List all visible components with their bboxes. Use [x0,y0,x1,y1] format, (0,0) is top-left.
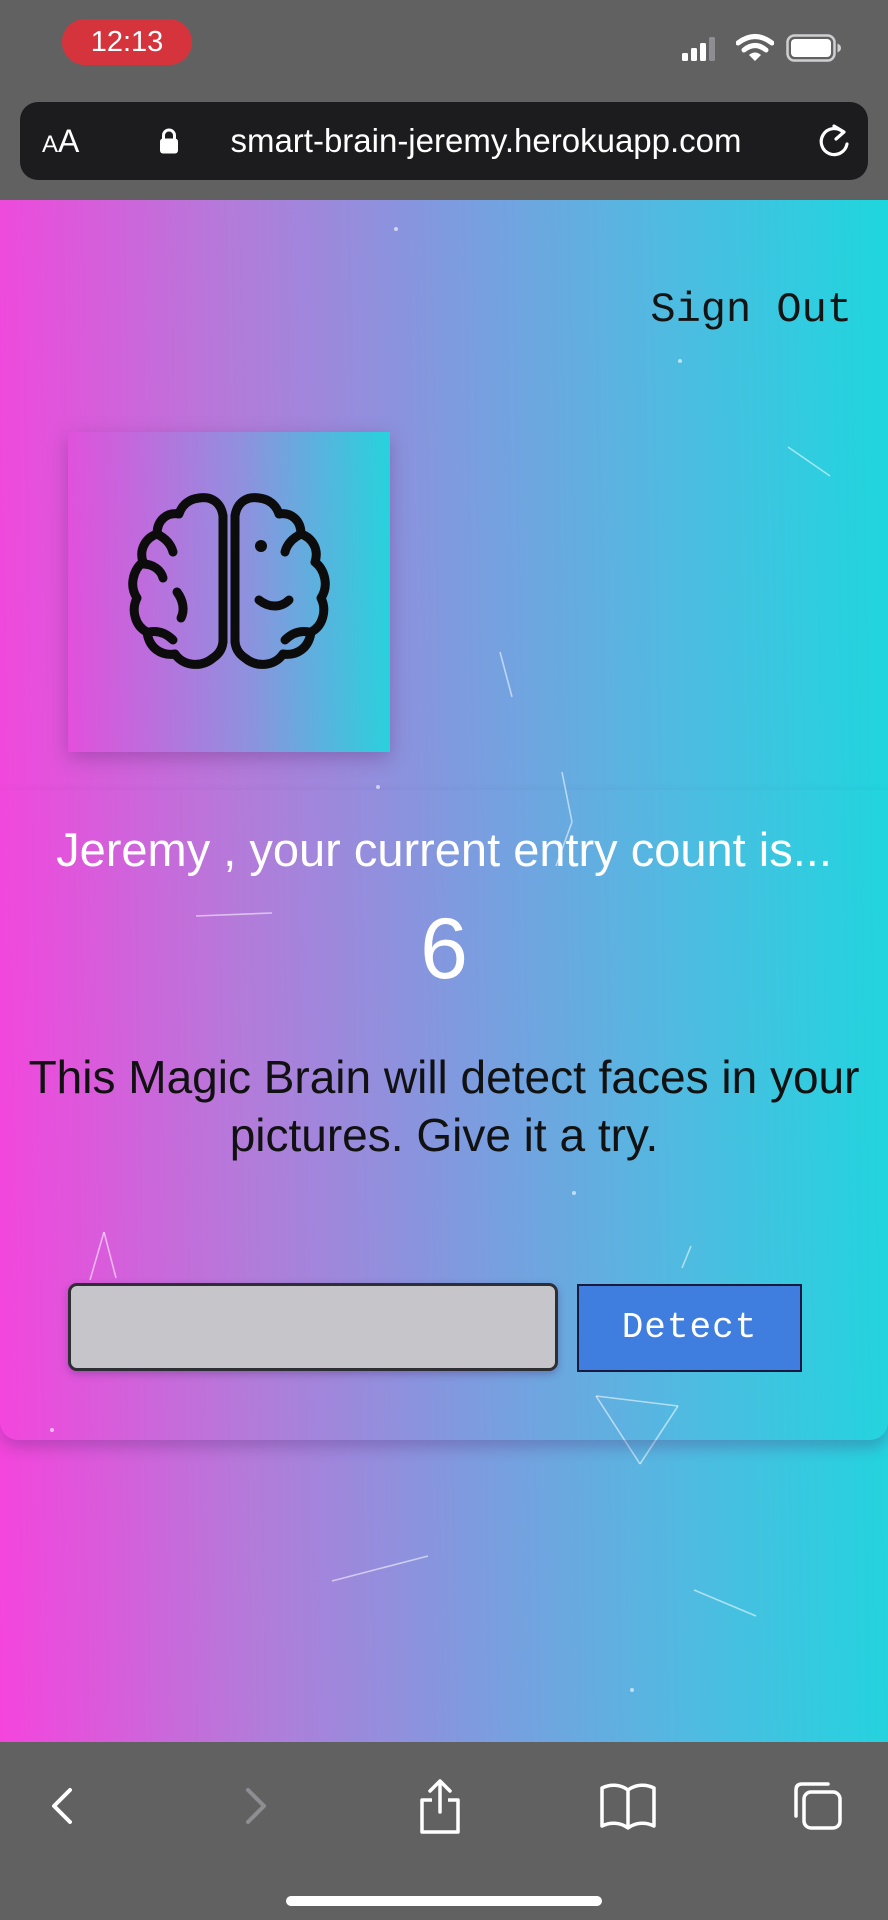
home-indicator [286,1896,602,1906]
url-text[interactable]: smart-brain-jeremy.herokuapp.com [176,102,796,180]
bookmarks-icon[interactable] [598,1776,658,1836]
image-url-input[interactable] [68,1283,558,1371]
status-time: 12:13 [62,19,192,65]
description-text: This Magic Brain will detect faces in yo… [28,1051,860,1161]
wifi-icon [736,34,774,61]
battery-icon [786,34,841,62]
entry-count-value: 6 [420,901,468,997]
entry-count-text: Jeremy , your current entry count is... [56,823,832,876]
web-content: Sign Out Jeremy , your current entry cou… [0,200,888,1742]
text-size-large-label: A [58,123,80,159]
detect-button[interactable]: Detect [577,1284,802,1372]
reload-icon[interactable] [815,122,853,162]
brain-logo-card [68,432,390,752]
status-bar: 12:13 [0,0,888,92]
share-icon[interactable] [410,1776,470,1836]
sign-out-link[interactable]: Sign Out [650,286,852,334]
text-size-small-label: A [42,131,59,158]
back-icon[interactable] [34,1776,94,1836]
address-bar[interactable]: AA smart-brain-jeremy.herokuapp.com [20,102,868,180]
signal-icon [682,37,715,61]
forward-icon[interactable] [224,1776,284,1836]
brain-icon [128,493,330,669]
bottom-toolbar [0,1742,888,1920]
text-size-button[interactable]: AA [42,102,79,180]
tabs-icon[interactable] [788,1776,848,1836]
